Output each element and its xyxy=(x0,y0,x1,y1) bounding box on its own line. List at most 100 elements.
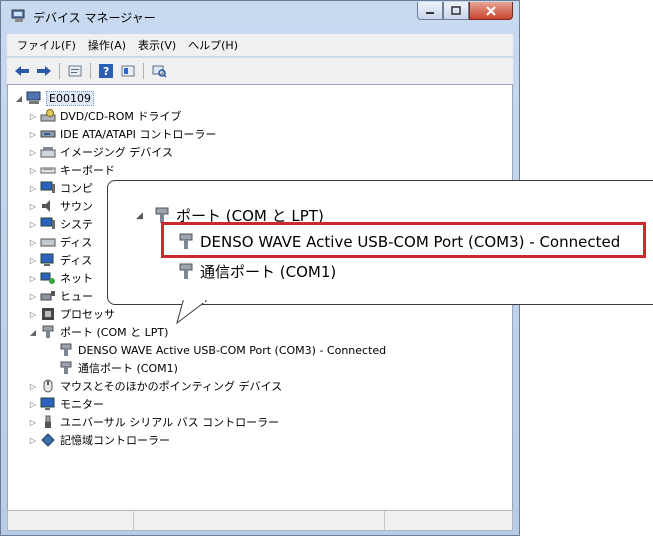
tree-item-hid[interactable]: ▷ ヒュー xyxy=(28,287,93,305)
expand-arrow-icon[interactable]: ▷ xyxy=(28,148,38,157)
tree-item-ide[interactable]: ▷ IDE ATA/ATAPI コントローラー xyxy=(28,125,216,143)
menu-help[interactable]: ヘルプ(H) xyxy=(182,37,244,53)
tree-item-com1[interactable]: 通信ポート (COM1) xyxy=(56,359,178,377)
maximize-button[interactable] xyxy=(443,2,469,20)
tree-item-label: サウン xyxy=(60,200,93,213)
expand-arrow-icon[interactable]: ▷ xyxy=(28,220,38,229)
tree-item-label: IDE ATA/ATAPI コントローラー xyxy=(60,128,217,141)
mouse-icon xyxy=(40,379,56,393)
port-icon xyxy=(176,263,196,281)
tree-item-monitor[interactable]: ▷ モニター xyxy=(28,395,104,413)
speaker-icon xyxy=(40,199,56,213)
expand-arrow-icon[interactable]: ▷ xyxy=(28,418,38,427)
expand-arrow-icon[interactable]: ▷ xyxy=(28,310,38,319)
toolbar-separator xyxy=(90,63,91,79)
collapse-arrow-icon: ◢ xyxy=(136,210,143,221)
back-arrow-icon[interactable] xyxy=(13,62,31,80)
tree-item-dvd[interactable]: ▷ DVD/CD-ROM ドライブ xyxy=(28,107,181,125)
expand-arrow-icon[interactable]: ▷ xyxy=(28,292,38,301)
tree-item-label: E00109 xyxy=(46,90,94,106)
keyboard-icon xyxy=(40,163,56,177)
expand-arrow-icon[interactable]: ▷ xyxy=(28,130,38,139)
svg-text:?: ? xyxy=(103,65,109,78)
device-manager-icon xyxy=(11,9,27,23)
dvd-drive-icon xyxy=(40,109,56,123)
expand-arrow-icon[interactable]: ▷ xyxy=(28,238,38,247)
tree-item-label: ヒュー xyxy=(60,290,93,303)
tree-item-label: プロセッサ xyxy=(60,308,115,321)
properties-icon[interactable] xyxy=(66,62,84,80)
display-adapter-icon xyxy=(40,253,56,267)
tree-item-label: ポート (COM と LPT) xyxy=(60,326,169,339)
port-icon xyxy=(58,343,74,357)
computer-icon xyxy=(40,181,56,195)
tree-item-label: システ xyxy=(60,218,93,231)
help-icon[interactable]: ? xyxy=(97,62,115,80)
processor-icon xyxy=(40,307,56,321)
disk-drive-icon xyxy=(40,235,56,249)
tree-item-network[interactable]: ▷ ネット xyxy=(28,269,93,287)
status-cell xyxy=(8,511,134,530)
system-device-icon xyxy=(40,217,56,231)
menu-bar: ファイル(F) 操作(A) 表示(V) ヘルプ(H) xyxy=(7,34,513,56)
window-title: デバイス マネージャー xyxy=(33,11,156,25)
expand-arrow-icon[interactable]: ▷ xyxy=(28,166,38,175)
toolbar: ? xyxy=(7,57,513,84)
collapse-arrow-icon[interactable]: ◢ xyxy=(14,94,24,103)
expand-arrow-icon[interactable]: ▷ xyxy=(28,400,38,409)
tree-item-ports[interactable]: ◢ ポート (COM と LPT) xyxy=(28,323,168,341)
close-button[interactable] xyxy=(469,2,513,20)
ide-controller-icon xyxy=(40,127,56,141)
menu-file[interactable]: ファイル(F) xyxy=(11,37,82,53)
expand-arrow-icon[interactable]: ▷ xyxy=(28,436,38,445)
tree-item-label: ディス xyxy=(60,254,93,267)
expand-arrow-icon[interactable]: ▷ xyxy=(28,382,38,391)
port-icon xyxy=(40,325,56,339)
minimize-button[interactable] xyxy=(417,2,443,20)
tree-item-label: 通信ポート (COM1) xyxy=(78,362,178,375)
tree-item-keyboard[interactable]: ▷ キーボード xyxy=(28,161,115,179)
menu-view[interactable]: 表示(V) xyxy=(132,37,182,53)
status-bar xyxy=(7,510,513,531)
tree-item-usb[interactable]: ▷ ユニバーサル シリアル バス コントローラー xyxy=(28,413,279,431)
expand-arrow-icon[interactable]: ▷ xyxy=(28,202,38,211)
scanner-icon xyxy=(40,145,56,159)
scan-hardware-icon[interactable] xyxy=(150,62,168,80)
menu-action[interactable]: 操作(A) xyxy=(82,37,132,53)
collapse-arrow-icon[interactable]: ◢ xyxy=(28,328,38,337)
tree-item-label: 記憶域コントローラー xyxy=(60,434,170,447)
tree-item-label: DENSO WAVE Active USB-COM Port (COM3) - … xyxy=(78,343,387,357)
highlight-box xyxy=(161,222,646,258)
tree-item-label: キーボード xyxy=(60,164,115,177)
expand-arrow-icon[interactable]: ▷ xyxy=(28,256,38,265)
callout-com1-row: 通信ポート (COM1) xyxy=(174,261,336,282)
tree-item-root[interactable]: ◢ E00109 xyxy=(14,89,94,107)
tree-item-display[interactable]: ▷ ディス xyxy=(28,251,92,269)
tree-item-label: ディス xyxy=(60,236,93,249)
tree-item-label: マウスとそのほかのポインティング デバイス xyxy=(60,380,283,393)
tree-item-system[interactable]: ▷ システ xyxy=(28,215,93,233)
tree-item-sound[interactable]: ▷ サウン xyxy=(28,197,93,215)
network-adapter-icon xyxy=(40,271,56,285)
tree-item-storage[interactable]: ▷ 記憶域コントローラー xyxy=(28,431,170,449)
tree-item-label: イメージング デバイス xyxy=(60,146,173,159)
title-bar[interactable]: デバイス マネージャー xyxy=(1,1,519,31)
usb-icon xyxy=(40,415,56,429)
expand-arrow-icon[interactable]: ▷ xyxy=(28,274,38,283)
tree-item-processor[interactable]: ▷ プロセッサ xyxy=(28,305,115,323)
status-cell xyxy=(385,511,512,530)
hid-device-icon xyxy=(40,289,56,303)
view-pane-icon[interactable] xyxy=(119,62,137,80)
toolbar-separator xyxy=(59,63,60,79)
computer-icon xyxy=(26,91,42,105)
port-icon xyxy=(58,361,74,375)
expand-arrow-icon[interactable]: ▷ xyxy=(28,112,38,121)
tree-item-imaging[interactable]: ▷ イメージング デバイス xyxy=(28,143,173,161)
tree-item-label: DVD/CD-ROM ドライブ xyxy=(60,110,182,123)
tree-item-denso-port[interactable]: DENSO WAVE Active USB-COM Port (COM3) - … xyxy=(56,341,386,359)
tree-item-disk[interactable]: ▷ ディス xyxy=(28,233,92,251)
tree-item-mouse[interactable]: ▷ マウスとそのほかのポインティング デバイス xyxy=(28,377,282,395)
expand-arrow-icon[interactable]: ▷ xyxy=(28,184,38,193)
tree-item-computer[interactable]: ▷ コンピ xyxy=(28,179,93,197)
forward-arrow-icon[interactable] xyxy=(35,62,53,80)
